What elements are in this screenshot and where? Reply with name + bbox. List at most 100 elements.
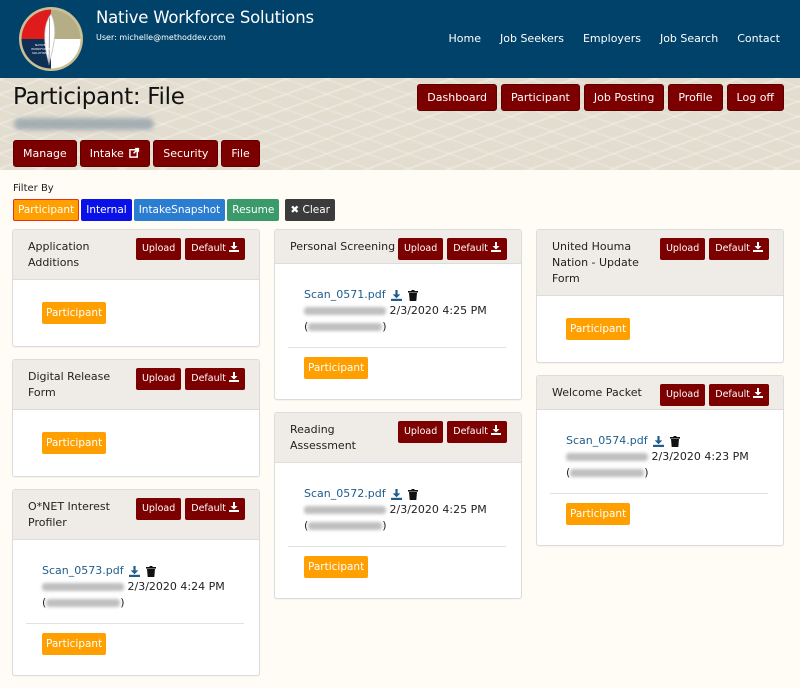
participant-badge[interactable]: Participant	[42, 432, 107, 454]
filter-clear[interactable]: ✖ Clear	[285, 199, 335, 221]
upload-button[interactable]: Upload	[135, 238, 182, 260]
site-title: Native Workforce Solutions	[96, 8, 314, 27]
clear-label: Clear	[302, 204, 330, 216]
native-workforce-logo[interactable]: NATIVE WORKFORCE SOLUTIONS	[18, 6, 84, 72]
tab-intake[interactable]: Intake	[79, 140, 151, 167]
dashboard-button[interactable]: Dashboard	[417, 84, 497, 111]
column-3: United Houma Nation - Update Form Upload…	[536, 229, 784, 558]
filter-internal[interactable]: Internal	[81, 199, 132, 221]
x-icon: ✖	[290, 204, 300, 216]
log-off-button[interactable]: Log off	[726, 84, 784, 111]
download-icon[interactable]	[391, 488, 403, 500]
panel-title: Personal Screening	[290, 240, 396, 253]
trash-icon[interactable]	[145, 565, 156, 577]
download-icon	[229, 502, 239, 512]
uploader-detail-redacted	[46, 599, 121, 607]
uploader-detail-redacted	[308, 323, 383, 331]
panel-digital-release-form: Digital Release Form Upload Default Part…	[12, 359, 260, 477]
filter-intake-snapshot[interactable]: IntakeSnapshot	[133, 199, 226, 221]
tab-security[interactable]: Security	[153, 140, 219, 167]
file-link[interactable]: Scan_0572.pdf	[304, 487, 386, 500]
file-entry: Scan_0573.pdf 2/3/2020 4:24 PM ()	[42, 564, 225, 609]
participant-badge[interactable]: Participant	[304, 357, 369, 379]
trash-icon[interactable]	[407, 289, 418, 301]
file-link[interactable]: Scan_0573.pdf	[42, 564, 124, 577]
filter-participant[interactable]: Participant	[13, 199, 80, 221]
tab-intake-label: Intake	[89, 147, 124, 160]
uploader-redacted	[304, 307, 386, 315]
profile-button[interactable]: Profile	[668, 84, 723, 111]
divider	[26, 623, 244, 624]
default-download-button[interactable]: Default	[185, 368, 245, 390]
site-header: NATIVE WORKFORCE SOLUTIONS Native Workfo…	[0, 0, 800, 78]
default-download-button[interactable]: Default	[709, 384, 769, 406]
default-download-button[interactable]: Default	[709, 238, 769, 260]
upload-button[interactable]: Upload	[397, 421, 444, 443]
upload-button[interactable]: Upload	[659, 384, 706, 406]
column-1: Application Additions Upload Default Par…	[12, 229, 260, 688]
default-label: Default	[715, 389, 750, 400]
page-title: Participant: File	[13, 84, 185, 110]
download-icon	[491, 242, 501, 252]
uploader-redacted	[566, 453, 648, 461]
download-icon	[753, 388, 763, 398]
participant-badge[interactable]: Participant	[304, 556, 369, 578]
tab-manage-label: Manage	[23, 147, 67, 160]
upload-button[interactable]: Upload	[397, 238, 444, 260]
tab-file[interactable]: File	[221, 140, 260, 167]
participant-badge[interactable]: Participant	[42, 633, 107, 655]
upload-button[interactable]: Upload	[659, 238, 706, 260]
file-entry: Scan_0572.pdf 2/3/2020 4:25 PM ()	[304, 487, 487, 532]
trash-icon[interactable]	[407, 488, 418, 500]
default-download-button[interactable]: Default	[447, 421, 507, 443]
panel-title: Welcome Packet	[552, 386, 642, 399]
download-icon	[753, 242, 763, 252]
panel-personal-screening: Personal Screening Upload Default Scan_0…	[274, 229, 522, 400]
default-label: Default	[191, 503, 226, 514]
upload-button[interactable]: Upload	[135, 498, 182, 520]
upload-timestamp: 2/3/2020 4:25 PM	[389, 503, 487, 516]
filter-resume[interactable]: Resume	[227, 199, 280, 221]
default-download-button[interactable]: Default	[185, 498, 245, 520]
panel-title: Digital Release Form	[28, 370, 111, 399]
divider	[288, 347, 506, 348]
column-2: Personal Screening Upload Default Scan_0…	[274, 229, 522, 611]
job-posting-button[interactable]: Job Posting	[583, 84, 665, 111]
svg-text:SOLUTIONS: SOLUTIONS	[32, 51, 49, 55]
upload-timestamp: 2/3/2020 4:25 PM	[389, 304, 487, 317]
download-icon[interactable]	[129, 565, 141, 577]
default-label: Default	[191, 373, 226, 384]
nav-job-seekers[interactable]: Job Seekers	[500, 32, 564, 45]
file-entry: Scan_0574.pdf 2/3/2020 4:23 PM ()	[566, 434, 749, 479]
panel-united-houma-nation: United Houma Nation - Update Form Upload…	[536, 229, 784, 363]
trash-icon[interactable]	[669, 435, 680, 447]
download-icon[interactable]	[653, 435, 665, 447]
download-icon	[229, 242, 239, 252]
participant-badge[interactable]: Participant	[566, 318, 631, 340]
panel-reading-assessment: Reading Assessment Upload Default Scan_0…	[274, 412, 522, 599]
panel-application-additions: Application Additions Upload Default Par…	[12, 229, 260, 347]
participant-badge[interactable]: Participant	[42, 302, 107, 324]
nav-contact[interactable]: Contact	[737, 32, 780, 45]
default-download-button[interactable]: Default	[185, 238, 245, 260]
file-link[interactable]: Scan_0574.pdf	[566, 434, 648, 447]
filter-label: Filter By	[13, 183, 54, 194]
nav-home[interactable]: Home	[449, 32, 481, 45]
filter-group: Participant Internal IntakeSnapshot Resu…	[13, 199, 335, 221]
default-download-button[interactable]: Default	[447, 238, 507, 260]
nav-job-search[interactable]: Job Search	[660, 32, 718, 45]
participant-button[interactable]: Participant	[500, 84, 580, 111]
default-label: Default	[191, 243, 226, 254]
file-link[interactable]: Scan_0571.pdf	[304, 288, 386, 301]
nav-employers[interactable]: Employers	[583, 32, 641, 45]
participant-name-redacted	[14, 118, 154, 130]
download-icon[interactable]	[391, 289, 403, 301]
default-label: Default	[715, 243, 750, 254]
upload-timestamp: 2/3/2020 4:23 PM	[651, 450, 749, 463]
upload-button[interactable]: Upload	[135, 368, 182, 390]
tab-file-label: File	[231, 147, 250, 160]
upload-timestamp: 2/3/2020 4:24 PM	[127, 580, 225, 593]
participant-badge[interactable]: Participant	[566, 503, 631, 525]
download-icon	[491, 425, 501, 435]
tab-manage[interactable]: Manage	[13, 140, 77, 167]
